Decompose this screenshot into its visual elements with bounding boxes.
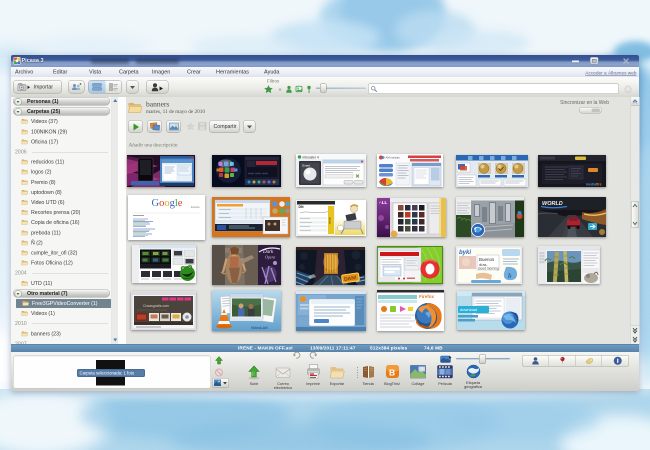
svg-text:AM noticias: AM noticias: [386, 156, 401, 160]
svg-text:mbooster 4: mbooster 4: [303, 155, 319, 159]
svg-text:news: news: [328, 217, 332, 225]
svg-text:Firefox: Firefox: [419, 294, 435, 299]
svg-text:España: España: [191, 206, 200, 209]
svg-text:b: b: [508, 272, 512, 280]
svg-text:download: download: [460, 307, 477, 312]
svg-text:DN: DN: [299, 205, 305, 209]
svg-text:Opera: Opera: [265, 255, 275, 260]
svg-text:Cosasgratis.com: Cosasgratis.com: [143, 304, 169, 308]
svg-text:Smart: Smart: [302, 164, 310, 168]
svg-text:Good morning: Good morning: [478, 267, 499, 271]
svg-text:B: B: [389, 368, 395, 378]
svg-text:∩LL: ∩LL: [379, 200, 388, 205]
svg-text:Google: Google: [152, 198, 183, 209]
svg-text:WORLD: WORLD: [542, 201, 563, 207]
svg-text:mediafire: mediafire: [586, 183, 602, 187]
svg-text:byki: byki: [459, 250, 471, 256]
svg-text:VideoLAN: VideoLAN: [251, 326, 268, 330]
